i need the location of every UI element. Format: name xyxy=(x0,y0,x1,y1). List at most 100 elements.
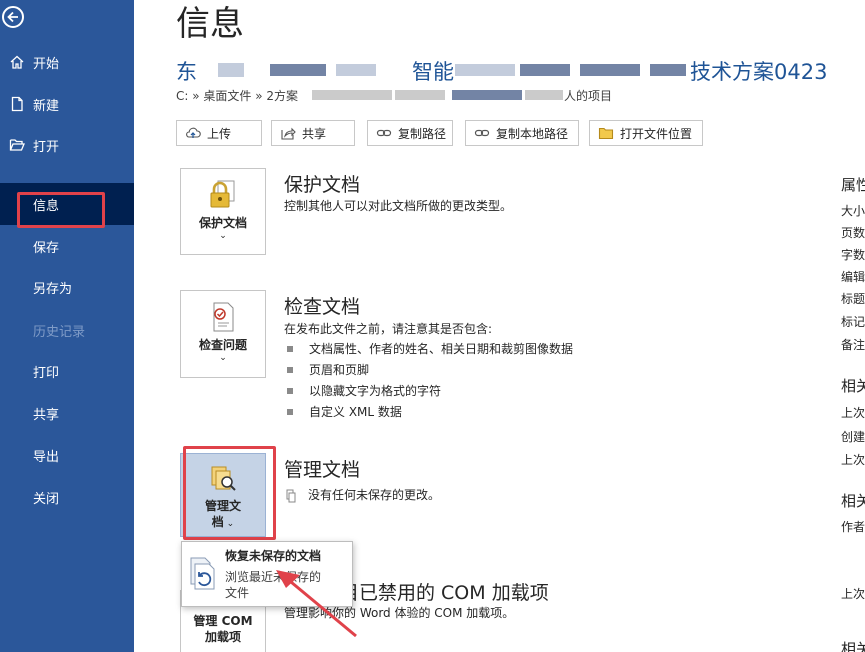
documents-icon xyxy=(286,489,296,502)
sidebar-item-save-as[interactable]: 另存为 xyxy=(0,266,134,308)
copy-path-label: 复制路径 xyxy=(398,126,447,141)
folder-open-icon xyxy=(8,136,26,154)
redaction-blur xyxy=(452,90,522,100)
redaction-blur xyxy=(336,64,376,76)
open-file-location-button[interactable]: 打开文件位置 xyxy=(589,120,703,146)
sidebar-item-label: 另存为 xyxy=(33,281,73,297)
sidebar-item-label: 保存 xyxy=(33,240,60,256)
property-label: 大小 xyxy=(841,204,865,218)
back-button[interactable] xyxy=(2,6,24,28)
upload-icon xyxy=(185,125,201,141)
manage-title: 管理文档 xyxy=(284,459,361,481)
inspect-document-icon xyxy=(213,302,234,332)
list-item: 以隐藏文字为格式的字符 xyxy=(287,382,441,399)
redaction-blur xyxy=(650,64,686,76)
property-label: 标题 xyxy=(841,292,865,306)
sidebar-item-save[interactable]: 保存 xyxy=(0,225,134,267)
redaction-blur xyxy=(525,90,563,100)
sidebar-item-label: 开始 xyxy=(33,56,60,72)
back-arrow-icon xyxy=(7,11,18,23)
doc-path-end: 人的项目 xyxy=(564,89,613,103)
bullet-icon xyxy=(287,387,293,394)
sidebar-item-history: 历史记录 xyxy=(0,309,134,351)
upload-label: 上传 xyxy=(207,126,232,141)
list-item: 文档属性、作者的姓名、相关日期和裁剪图像数据 xyxy=(287,340,573,357)
related-dates-heading: 相关 xyxy=(841,377,865,395)
protect-title: 保护文档 xyxy=(284,174,361,196)
bullet-text: 自定义 XML 数据 xyxy=(309,405,402,419)
doc-path-start: C: » 桌面文件 » 2方案 xyxy=(176,89,298,103)
bullet-text: 页眉和页脚 xyxy=(309,363,370,377)
sidebar-item-export[interactable]: 导出 xyxy=(0,434,134,476)
manage-description-text: 没有任何未保存的更改。 xyxy=(308,488,441,502)
sidebar-item-close[interactable]: 关闭 xyxy=(0,476,134,518)
recover-description: 浏览最近未保存的 文件 xyxy=(225,569,345,601)
recover-unsaved-menu: 恢复未保存的文档 浏览最近未保存的 文件 xyxy=(181,541,353,607)
link-icon xyxy=(474,125,490,141)
page-title: 信息 xyxy=(176,4,244,44)
sidebar-item-share[interactable]: 共享 xyxy=(0,392,134,434)
check-for-issues-button[interactable]: 检查问题 ⌄ xyxy=(180,290,266,378)
people-label: 作者 xyxy=(841,520,865,534)
recover-description-line1: 浏览最近未保存的 xyxy=(225,570,322,584)
list-item: 页眉和页脚 xyxy=(287,361,369,378)
bullet-icon xyxy=(287,366,293,373)
sidebar-item-label: 新建 xyxy=(33,98,60,114)
sidebar-item-open[interactable]: 打开 xyxy=(0,124,134,166)
sidebar-item-label: 关闭 xyxy=(33,491,60,507)
highlight-box xyxy=(183,446,276,540)
sidebar-item-label: 历史记录 xyxy=(33,324,86,340)
inspect-description: 在发布此文件之前，请注意其是否包含: xyxy=(284,322,493,336)
recover-document-icon xyxy=(190,557,215,590)
chevron-down-icon: ⌄ xyxy=(219,231,227,241)
inspect-button-label: 检查问题 xyxy=(198,338,247,352)
share-button[interactable]: 共享 xyxy=(271,120,355,146)
sidebar-item-home[interactable]: 开始 xyxy=(0,41,134,83)
open-file-location-label: 打开文件位置 xyxy=(620,126,693,141)
recover-unsaved-documents-item[interactable]: 恢复未保存的文档 xyxy=(225,547,321,564)
doc-title-start: 东 xyxy=(176,60,197,84)
share-label: 共享 xyxy=(302,126,327,141)
copy-path-button[interactable]: 复制路径 xyxy=(367,120,453,146)
com-title: 目已禁用的 COM 加载项 xyxy=(340,582,549,604)
manage-description: 没有任何未保存的更改。 xyxy=(284,486,440,503)
protect-document-button[interactable]: 保护文档 ⌄ xyxy=(180,168,266,255)
redaction-blur xyxy=(455,64,515,76)
inspect-title: 检查文档 xyxy=(284,296,361,318)
related-documents-heading: 相关 xyxy=(841,640,865,652)
folder-icon xyxy=(598,125,614,141)
com-button-label-line2: 加载项 xyxy=(204,630,241,644)
property-label: 标记 xyxy=(841,315,865,329)
property-label: 编辑 xyxy=(841,270,865,284)
new-document-icon xyxy=(8,95,26,113)
chevron-down-icon: ⌄ xyxy=(219,353,227,363)
property-label: 字数 xyxy=(841,248,865,262)
sidebar-item-label: 导出 xyxy=(33,449,60,465)
backstage-sidebar: 开始 新建 打开 信息 保存 另存为 历史记录 打印 共享 导出 关闭 xyxy=(0,0,134,652)
redaction-blur xyxy=(312,90,392,100)
lock-icon xyxy=(210,180,235,208)
sidebar-item-print[interactable]: 打印 xyxy=(0,350,134,392)
sidebar-item-label: 共享 xyxy=(33,407,60,423)
properties-heading: 属性 xyxy=(841,176,865,194)
link-icon xyxy=(376,125,392,141)
bullet-icon xyxy=(287,408,293,415)
bullet-text: 文档属性、作者的姓名、相关日期和裁剪图像数据 xyxy=(309,342,574,356)
date-label: 创建 xyxy=(841,430,865,444)
property-label: 页数 xyxy=(841,226,865,240)
redaction-blur xyxy=(270,64,326,76)
list-item: 自定义 XML 数据 xyxy=(287,403,402,420)
property-label: 上次 xyxy=(841,587,865,601)
sidebar-item-label: 打开 xyxy=(33,139,60,155)
related-people-heading: 相关 xyxy=(841,492,865,510)
upload-button[interactable]: 上传 xyxy=(176,120,262,146)
protect-description: 控制其他人可以对此文档所做的更改类型。 xyxy=(284,199,513,213)
sidebar-item-label: 打印 xyxy=(33,365,60,381)
sidebar-item-new[interactable]: 新建 xyxy=(0,83,134,125)
com-button-label-line1: 管理 COM xyxy=(193,614,253,628)
document-path: C: » 桌面文件 » 2方案 xyxy=(176,87,298,104)
date-label: 上次 xyxy=(841,453,865,467)
doc-title-mid: 智能 xyxy=(412,60,454,84)
copy-local-path-button[interactable]: 复制本地路径 xyxy=(465,120,579,146)
highlight-box xyxy=(17,192,105,228)
